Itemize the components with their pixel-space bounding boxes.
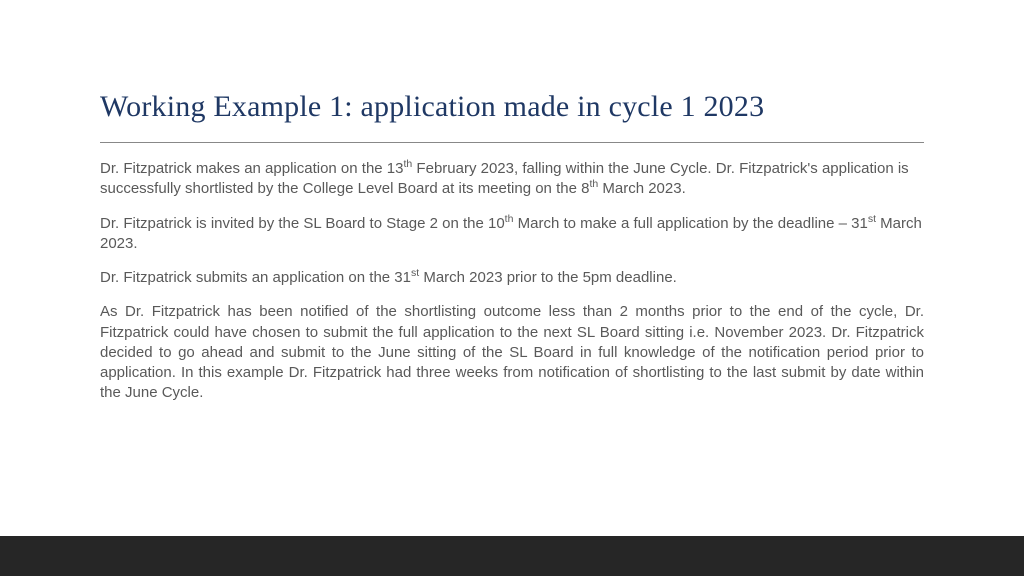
slide-title: Working Example 1: application made in c… bbox=[100, 90, 924, 124]
body-paragraph: Dr. Fitzpatrick submits an application o… bbox=[100, 268, 924, 288]
body-paragraph: Dr. Fitzpatrick is invited by the SL Boa… bbox=[100, 214, 924, 255]
footer-bar bbox=[0, 536, 1024, 576]
ordinal-superscript: th bbox=[589, 178, 598, 190]
body-paragraph: As Dr. Fitzpatrick has been notified of … bbox=[100, 302, 924, 403]
ordinal-superscript: st bbox=[868, 213, 876, 225]
text-run: March to make a full application by the … bbox=[513, 215, 867, 232]
text-run: March 2023. bbox=[598, 180, 686, 197]
title-divider bbox=[100, 142, 924, 143]
text-run: Dr. Fitzpatrick is invited by the SL Boa… bbox=[100, 215, 505, 232]
text-run: March 2023 prior to the 5pm deadline. bbox=[419, 269, 677, 286]
text-run: Dr. Fitzpatrick makes an application on … bbox=[100, 160, 404, 177]
text-run: Dr. Fitzpatrick submits an application o… bbox=[100, 269, 411, 286]
ordinal-superscript: th bbox=[404, 158, 413, 170]
ordinal-superscript: st bbox=[411, 267, 419, 279]
slide-body: Dr. Fitzpatrick makes an application on … bbox=[100, 159, 924, 404]
body-paragraph: Dr. Fitzpatrick makes an application on … bbox=[100, 159, 924, 200]
slide-container: Working Example 1: application made in c… bbox=[0, 0, 1024, 576]
text-run: As Dr. Fitzpatrick has been notified of … bbox=[100, 303, 924, 401]
